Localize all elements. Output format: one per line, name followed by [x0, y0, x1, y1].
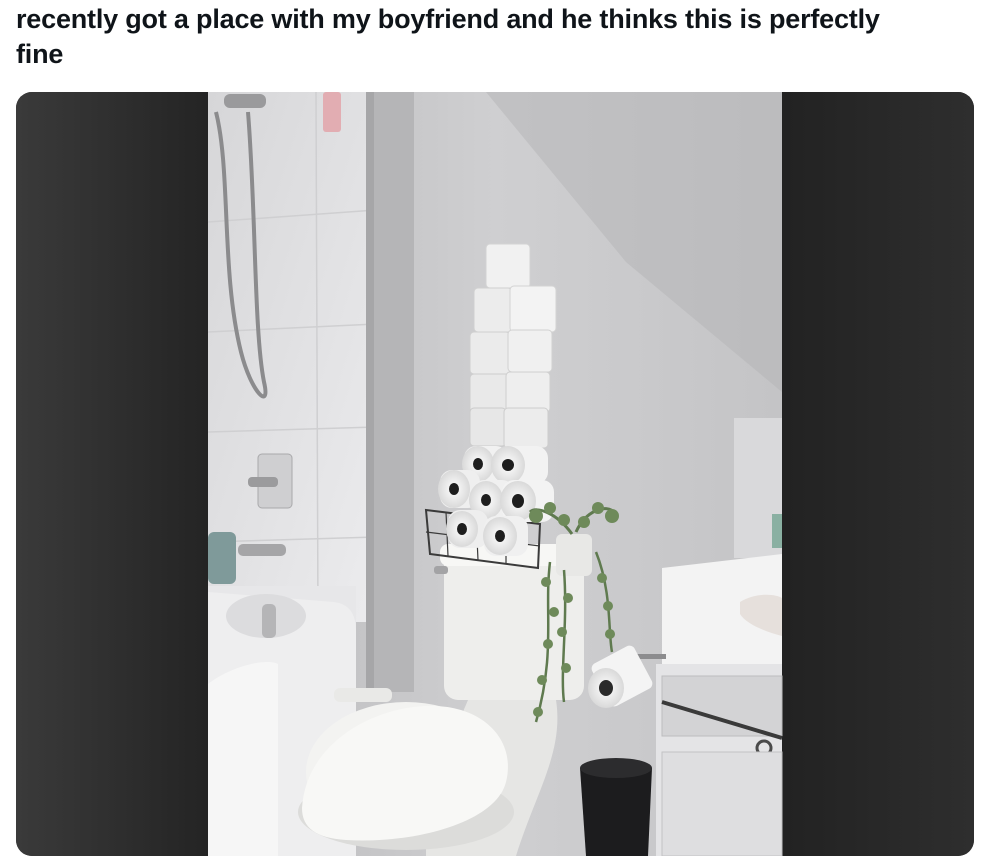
blurred-backdrop-right	[782, 92, 974, 856]
blurred-backdrop-left	[16, 92, 208, 856]
post-photo[interactable]	[16, 92, 974, 856]
post-title: recently got a place with my boyfriend a…	[16, 4, 880, 69]
bathroom-photo	[16, 92, 974, 856]
trash-can	[580, 768, 652, 856]
photo-scene	[207, 92, 783, 856]
